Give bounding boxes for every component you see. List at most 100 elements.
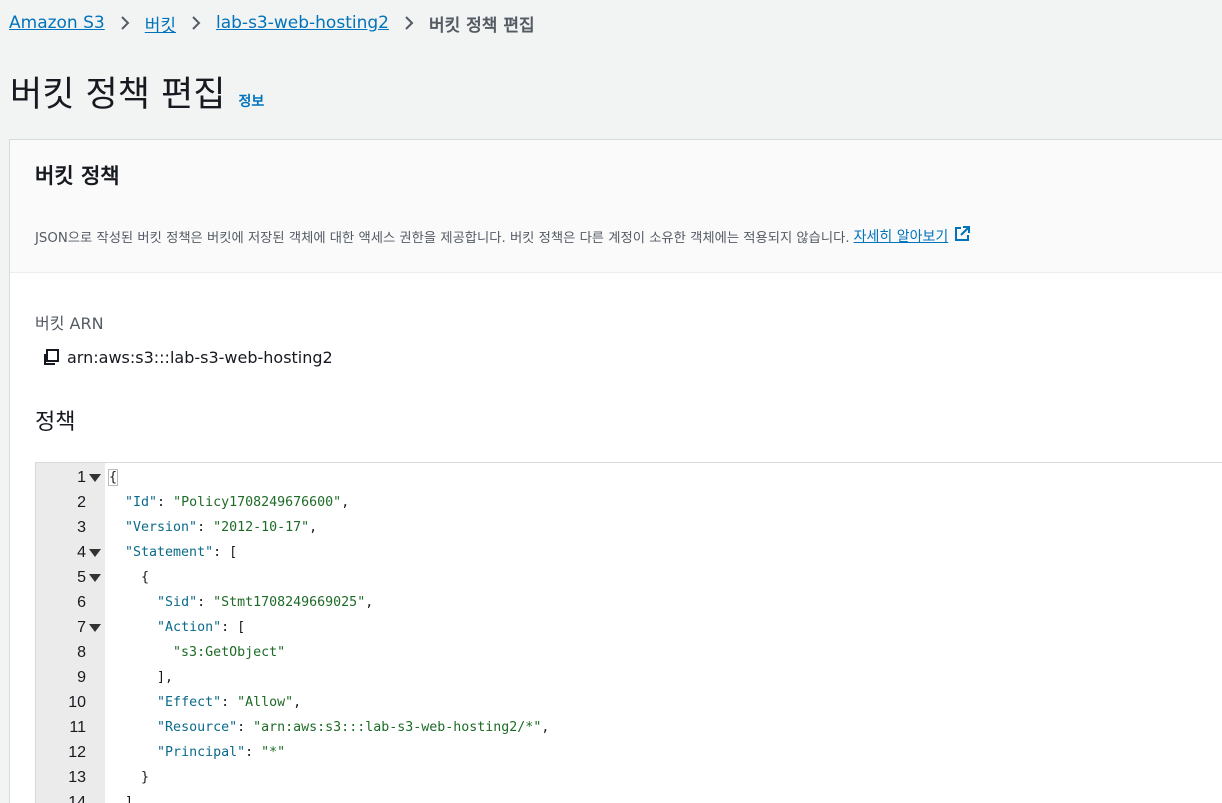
bucket-arn-value: arn:aws:s3:::lab-s3-web-hosting2 — [67, 347, 333, 367]
breadcrumb-buckets[interactable]: 버킷 — [145, 11, 176, 36]
fold-toggle-icon[interactable] — [89, 549, 101, 557]
json-punctuation: , — [541, 720, 550, 735]
json-string: "s3:GetObject" — [173, 645, 286, 660]
line-number: 3 — [77, 519, 86, 536]
json-string: "Policy1708249676600" — [173, 495, 342, 510]
line-number: 1 — [77, 469, 86, 486]
panel-title: 버킷 정책 — [35, 164, 120, 188]
bucket-arn-label: 버킷 ARN — [35, 314, 104, 333]
code-line[interactable]: 4 "Statement": [ — [36, 540, 1222, 565]
json-punctuation: ], — [157, 670, 174, 685]
json-string: "*" — [261, 745, 286, 760]
json-punctuation: : — [237, 720, 254, 735]
code-text: { — [107, 465, 119, 490]
code-line[interactable]: 11 "Resource": "arn:aws:s3:::lab-s3-web-… — [36, 715, 1222, 740]
code-line[interactable]: 14 ] — [36, 790, 1222, 803]
json-string: "Stmt1708249669025" — [213, 595, 366, 610]
json-key: "Sid" — [157, 595, 198, 610]
code-text: "Sid": "Stmt1708249669025", — [109, 590, 373, 615]
code-line[interactable]: 6 "Sid": "Stmt1708249669025", — [36, 590, 1222, 615]
code-line[interactable]: 8 "s3:GetObject" — [36, 640, 1222, 665]
panel-header: 버킷 정책 JSON으로 작성된 버킷 정책은 버킷에 저장된 객체에 대한 액… — [10, 140, 1222, 273]
json-punctuation: : — [197, 520, 214, 535]
learn-more-link[interactable]: 자세히 알아보기 — [854, 226, 971, 246]
json-key: "Principal" — [157, 745, 246, 760]
json-punctuation: , — [341, 495, 350, 510]
json-punctuation: : — [245, 745, 262, 760]
bucket-arn: arn:aws:s3:::lab-s3-web-hosting2 — [41, 347, 333, 367]
line-number: 11 — [69, 719, 86, 736]
code-line[interactable]: 5 { — [36, 565, 1222, 590]
json-punctuation: , — [365, 595, 374, 610]
breadcrumb-current: 버킷 정책 편집 — [428, 15, 535, 36]
code-text: ] — [109, 790, 133, 803]
json-punctuation: : [ — [213, 545, 238, 560]
json-punctuation: : — [221, 695, 238, 710]
fold-toggle-icon[interactable] — [89, 624, 101, 632]
code-line[interactable]: 1{ — [36, 465, 1222, 490]
line-number: 2 — [77, 494, 86, 511]
panel-description: JSON으로 작성된 버킷 정책은 버킷에 저장된 객체에 대한 액세스 권한을… — [35, 226, 971, 246]
json-punctuation: } — [141, 770, 150, 785]
chevron-right-icon — [176, 13, 216, 33]
code-line[interactable]: 3 "Version": "2012-10-17", — [36, 515, 1222, 540]
json-string: "arn:aws:s3:::lab-s3-web-hosting2/*" — [253, 720, 542, 735]
code-line[interactable]: 2 "Id": "Policy1708249676600", — [36, 490, 1222, 515]
fold-toggle-icon[interactable] — [89, 474, 101, 482]
page-header: 버킷 정책 편집 정보 — [10, 66, 264, 117]
breadcrumb-bucket-name[interactable]: lab-s3-web-hosting2 — [216, 13, 389, 33]
line-number: 9 — [77, 669, 86, 686]
code-text: "Principal": "*" — [109, 740, 285, 765]
line-number: 6 — [77, 594, 86, 611]
line-number: 7 — [77, 619, 86, 636]
code-text: "Effect": "Allow", — [109, 690, 301, 715]
learn-more-label: 자세히 알아보기 — [853, 229, 949, 245]
json-punctuation: : — [157, 495, 174, 510]
code-text: "Action": [ — [109, 615, 245, 640]
json-key: "Action" — [157, 620, 222, 635]
code-text: { — [109, 565, 149, 590]
line-number: 4 — [77, 544, 86, 561]
code-text: "Resource": "arn:aws:s3:::lab-s3-web-hos… — [109, 715, 549, 740]
json-string: "2012-10-17" — [213, 520, 310, 535]
breadcrumb-amazon-s3[interactable]: Amazon S3 — [9, 13, 105, 33]
code-line[interactable]: 13 } — [36, 765, 1222, 790]
json-key: "Version" — [125, 520, 198, 535]
code-text: "Version": "2012-10-17", — [109, 515, 317, 540]
json-punctuation: : [ — [221, 620, 246, 635]
line-number: 12 — [68, 744, 86, 761]
json-key: "Id" — [125, 495, 158, 510]
code-text: "Statement": [ — [109, 540, 237, 565]
line-number: 13 — [68, 769, 86, 786]
info-link[interactable]: 정보 — [238, 91, 264, 111]
chevron-right-icon — [389, 13, 429, 33]
code-line[interactable]: 10 "Effect": "Allow", — [36, 690, 1222, 715]
copy-icon[interactable] — [41, 347, 61, 367]
json-key: "Statement" — [125, 545, 214, 560]
policy-code-editor[interactable]: 1{2 "Id": "Policy1708249676600", 3 "Versi… — [35, 462, 1222, 803]
code-line[interactable]: 9 ], — [36, 665, 1222, 690]
code-text: } — [109, 765, 149, 790]
fold-toggle-icon[interactable] — [89, 574, 101, 582]
json-punctuation: , — [293, 695, 302, 710]
code-line[interactable]: 7 "Action": [ — [36, 615, 1222, 640]
line-number: 8 — [77, 644, 86, 661]
line-number: 14 — [68, 794, 86, 803]
policy-label: 정책 — [35, 410, 76, 435]
breadcrumb: Amazon S3 버킷 lab-s3-web-hosting2 버킷 정책 편… — [9, 10, 535, 36]
json-punctuation: , — [309, 520, 318, 535]
chevron-right-icon — [105, 13, 145, 33]
page-title: 버킷 정책 편집 — [10, 75, 226, 115]
line-number: 10 — [68, 694, 86, 711]
line-number: 5 — [77, 569, 86, 586]
panel-description-text: JSON으로 작성된 버킷 정책은 버킷에 저장된 객체에 대한 액세스 권한을… — [35, 230, 850, 246]
json-punctuation: { — [107, 469, 119, 486]
json-string: "Allow" — [237, 695, 294, 710]
code-text: "s3:GetObject" — [109, 640, 285, 665]
json-punctuation: { — [141, 570, 150, 585]
external-link-icon — [948, 226, 971, 246]
code-text: "Id": "Policy1708249676600", — [109, 490, 349, 515]
json-punctuation: : — [197, 595, 214, 610]
code-line[interactable]: 12 "Principal": "*" — [36, 740, 1222, 765]
bucket-policy-panel: 버킷 정책 JSON으로 작성된 버킷 정책은 버킷에 저장된 객체에 대한 액… — [9, 139, 1222, 803]
